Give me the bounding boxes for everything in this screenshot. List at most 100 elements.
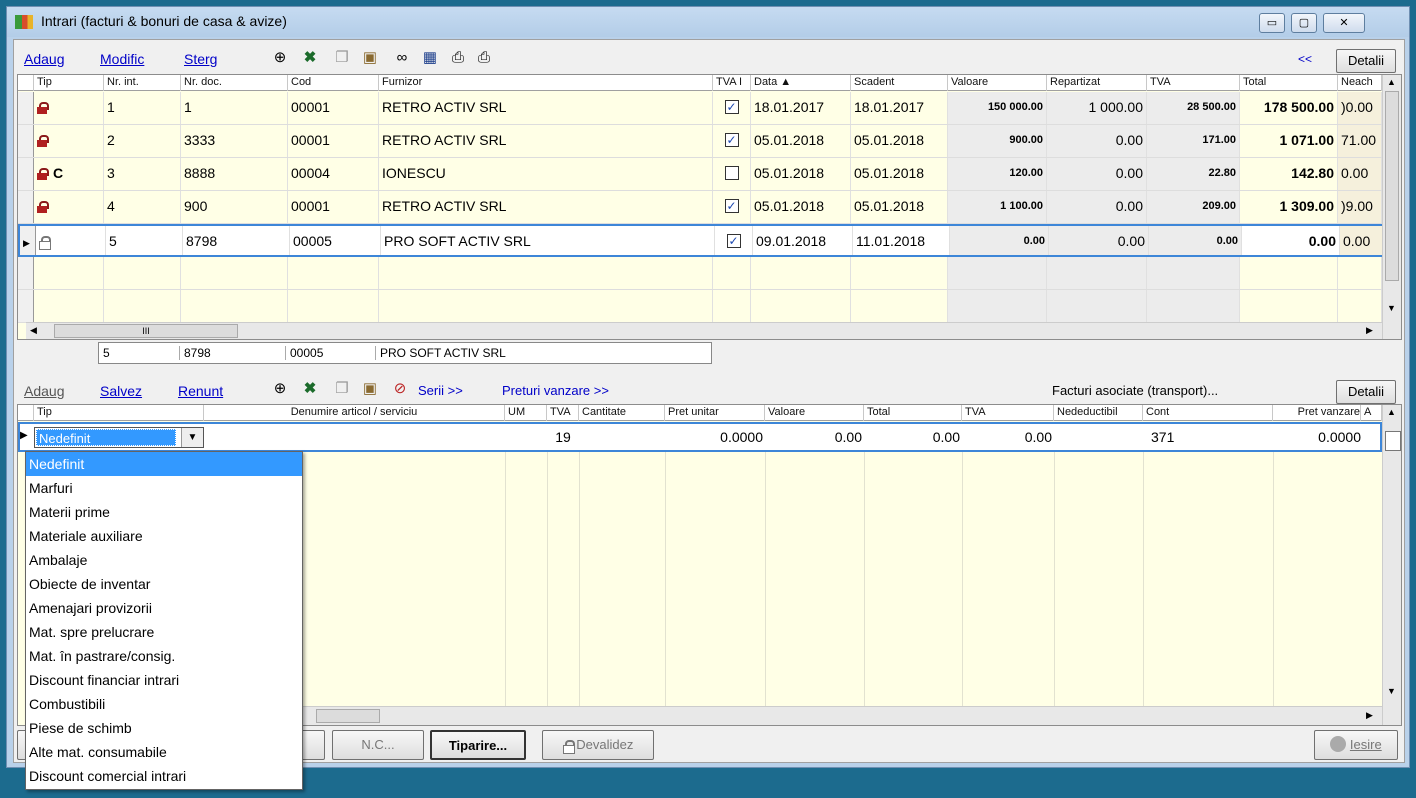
table-row[interactable]: 4 900 00001 RETRO ACTIV SRL ✓ 05.01.2018 05.01… — [18, 191, 1382, 224]
cell-cod[interactable]: 00001 — [288, 191, 379, 223]
cell-neach[interactable]: 0.00 — [1338, 158, 1382, 190]
nc-button[interactable]: N.C... — [332, 730, 424, 760]
dropdown-item[interactable]: Materii prime — [26, 500, 302, 524]
close-button[interactable]: ✕ — [1323, 13, 1365, 33]
cell-tva[interactable]: 22.80 — [1147, 158, 1240, 190]
dropdown-item[interactable]: Ambalaje — [26, 548, 302, 572]
print-preview-icon[interactable]: ⎙ — [474, 49, 494, 67]
cell-tip[interactable] — [34, 191, 104, 223]
items-scroll-thumb[interactable] — [1385, 431, 1401, 451]
cell-nr-int[interactable]: 5 — [106, 226, 183, 255]
items-header-tva[interactable]: TVA — [547, 405, 579, 421]
cell-scadent[interactable]: 18.01.2017 — [851, 92, 948, 124]
header-repartizat[interactable]: Repartizat — [1047, 75, 1147, 91]
items-header-denumire[interactable]: Denumire articol / serviciu — [204, 405, 505, 421]
cell-scadent[interactable]: 11.01.2018 — [853, 226, 950, 255]
delete-link[interactable]: Sterg — [184, 51, 217, 67]
items-header-pret[interactable]: Pret unitar — [665, 405, 765, 421]
tva-checkbox[interactable]: ✓ — [724, 100, 739, 115]
cell-total[interactable]: 1 309.00 — [1240, 191, 1338, 223]
tva-checkbox[interactable]: ✓ — [724, 199, 739, 214]
cell-scadent[interactable]: 05.01.2018 — [851, 125, 948, 157]
cell-furnizor[interactable]: RETRO ACTIV SRL — [379, 125, 713, 157]
cell-data[interactable]: 05.01.2018 — [751, 158, 851, 190]
items-header-cantitate[interactable]: Cantitate — [579, 405, 665, 421]
details-button[interactable]: Detalii — [1336, 49, 1396, 73]
cell-neach[interactable]: )0.00 — [1338, 92, 1382, 124]
cell-valoare[interactable]: 150 000.00 — [948, 92, 1047, 124]
dropdown-item[interactable]: Nedefinit — [26, 452, 302, 476]
cell-neach[interactable]: 71.00 — [1338, 125, 1382, 157]
minimize-button[interactable]: ▭ — [1259, 13, 1285, 33]
cell-data[interactable]: 18.01.2017 — [751, 92, 851, 124]
cell-nr-doc[interactable]: 900 — [181, 191, 288, 223]
exit-button[interactable]: Iesire — [1314, 730, 1398, 760]
cell-tip[interactable]: C — [34, 158, 104, 190]
hscroll-thumb[interactable]: III — [54, 324, 238, 338]
dropdown-item[interactable]: Amenajari provizorii — [26, 596, 302, 620]
cell-tva[interactable]: 0.00 — [1149, 226, 1242, 255]
cell-data[interactable]: 05.01.2018 — [751, 125, 851, 157]
cell-total[interactable]: 178 500.00 — [1240, 92, 1338, 124]
cell-repartizat[interactable]: 0.00 — [1047, 191, 1147, 223]
items-total-cell[interactable]: 0.00 — [864, 424, 960, 450]
items-pret-vanzare-cell[interactable]: 0.0000 — [1273, 424, 1361, 450]
dropdown-item[interactable]: Discount financiar intrari — [26, 668, 302, 692]
collapse-link[interactable]: << — [1298, 52, 1312, 66]
unvalidate-button[interactable]: Devalidez — [542, 730, 654, 760]
chevron-down-icon[interactable]: ▼ — [181, 428, 203, 447]
cell-valoare[interactable]: 120.00 — [948, 158, 1047, 190]
clear-filter-icon[interactable]: ⊘ — [390, 380, 410, 398]
header-total[interactable]: Total — [1240, 75, 1338, 91]
tva-checkbox[interactable]: ✓ — [724, 133, 739, 148]
cell-tva[interactable]: 28 500.00 — [1147, 92, 1240, 124]
cell-valoare[interactable]: 900.00 — [948, 125, 1047, 157]
cell-tva-i[interactable]: ✓ — [713, 191, 751, 223]
cell-data[interactable]: 09.01.2018 — [753, 226, 853, 255]
cell-total[interactable]: 1 071.00 — [1240, 125, 1338, 157]
cell-nr-doc[interactable]: 8798 — [183, 226, 290, 255]
sale-prices-link[interactable]: Preturi vanzare >> — [502, 383, 609, 398]
cell-furnizor[interactable]: IONESCU — [379, 158, 713, 190]
save-link[interactable]: Salvez — [100, 383, 142, 399]
cell-furnizor[interactable]: RETRO ACTIV SRL — [379, 191, 713, 223]
add-link[interactable]: Adaug — [24, 51, 64, 67]
header-furnizor[interactable]: Furnizor — [379, 75, 713, 91]
cell-neach[interactable]: )9.00 — [1338, 191, 1382, 223]
add-item-link[interactable]: Adaug — [24, 383, 64, 399]
header-nr-int[interactable]: Nr. int. — [104, 75, 181, 91]
binoculars-icon[interactable]: ⊕ — [270, 49, 290, 67]
scroll-thumb[interactable] — [1385, 91, 1399, 281]
dropdown-item[interactable]: Alte mat. consumabile — [26, 740, 302, 764]
cell-tva-i[interactable]: ✓ — [713, 92, 751, 124]
copy-icon-2[interactable]: ❐ — [332, 380, 352, 398]
cell-tva-i[interactable]: ✓ — [715, 226, 753, 255]
table-row[interactable]: 1 1 00001 RETRO ACTIV SRL ✓ 18.01.2017 18.01.2… — [18, 92, 1382, 125]
dropdown-item[interactable]: Marfuri — [26, 476, 302, 500]
header-scadent[interactable]: Scadent — [851, 75, 948, 91]
scroll-up-icon[interactable]: ▲ — [1387, 77, 1396, 87]
dropdown-item[interactable]: Materiale auxiliare — [26, 524, 302, 548]
cell-scadent[interactable]: 05.01.2018 — [851, 158, 948, 190]
items-scroll-right-icon[interactable]: ▶ — [1366, 710, 1373, 721]
items-scroll-down-icon[interactable]: ▼ — [1387, 686, 1396, 696]
items-cont-cell[interactable]: 371 — [1147, 424, 1267, 450]
cell-cod[interactable]: 00004 — [288, 158, 379, 190]
dropdown-item[interactable]: Combustibili — [26, 692, 302, 716]
items-valoare-cell[interactable]: 0.00 — [765, 424, 862, 450]
cell-repartizat[interactable]: 1 000.00 — [1047, 92, 1147, 124]
cell-nr-doc[interactable]: 1 — [181, 92, 288, 124]
header-neach[interactable]: Neach — [1338, 75, 1382, 91]
items-header-tva-val[interactable]: TVA — [962, 405, 1054, 421]
modify-link[interactable]: Modific — [100, 51, 144, 67]
cell-repartizat[interactable]: 0.00 — [1049, 226, 1149, 255]
items-scroll-up-icon[interactable]: ▲ — [1387, 407, 1396, 417]
tip-combobox-value[interactable]: Nedefinit — [36, 429, 176, 446]
dropdown-item[interactable]: Mat. spre prelucrare — [26, 620, 302, 644]
cell-valoare[interactable]: 0.00 — [950, 226, 1049, 255]
associated-invoices-label[interactable]: Facturi asociate (transport)... — [1052, 383, 1218, 398]
items-vertical-scrollbar[interactable]: ▲ ▼ — [1382, 405, 1401, 725]
grid-vertical-scrollbar[interactable]: ▲ ▼ — [1382, 75, 1401, 339]
cell-nr-int[interactable]: 1 — [104, 92, 181, 124]
items-header-nedeductibil[interactable]: Nedeductibil — [1054, 405, 1143, 421]
